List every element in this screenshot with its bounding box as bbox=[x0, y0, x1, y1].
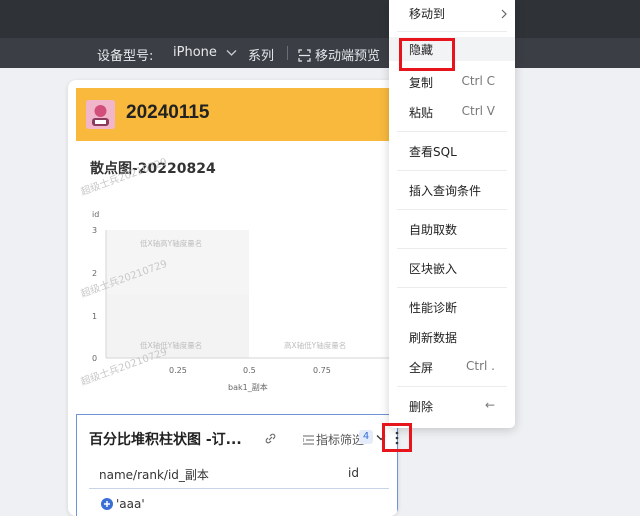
stacked-bar-card[interactable]: 百分比堆积柱状图 -订... 指标筛选 4 name/rank/id_副本 id… bbox=[76, 414, 398, 516]
menu-item-copy[interactable]: 复制 Ctrl C bbox=[389, 70, 515, 94]
menu-item-view-sql[interactable]: 查看SQL bbox=[389, 139, 515, 163]
filter-count-badge: 4 bbox=[359, 430, 373, 444]
column-header-id: id bbox=[348, 466, 359, 480]
device-model-label: 设备型号: bbox=[97, 49, 154, 64]
menu-item-refresh[interactable]: 刷新数据 bbox=[389, 325, 515, 349]
menu-item-label: 性能诊断 bbox=[409, 301, 458, 315]
preview-toolbar: 设备型号: iPhone 系列 移动端预览 bbox=[0, 38, 640, 68]
metric-filter-button[interactable]: 指标筛选 bbox=[302, 431, 365, 448]
column-header-dimension: name/rank/id_副本 bbox=[99, 468, 209, 482]
link-icon[interactable] bbox=[265, 433, 276, 444]
toolbar-divider bbox=[287, 46, 288, 60]
menu-item-delete[interactable]: 删除 ← bbox=[389, 394, 515, 418]
device-model-value: iPhone bbox=[173, 45, 217, 60]
menu-divider bbox=[397, 131, 507, 132]
menu-item-insert-query[interactable]: 插入查询条件 bbox=[389, 178, 515, 202]
metric-filter-label: 指标筛选 bbox=[316, 433, 365, 447]
chevron-down-icon bbox=[226, 49, 237, 56]
dashboard-logo bbox=[86, 100, 115, 129]
menu-item-embed-block[interactable]: 区块嵌入 bbox=[389, 256, 515, 280]
expand-plus-icon[interactable] bbox=[101, 498, 113, 510]
menu-item-label: 全屏 bbox=[409, 361, 434, 375]
filter-list-icon bbox=[302, 435, 314, 445]
menu-divider bbox=[397, 287, 507, 288]
y-tick-2: 2 bbox=[92, 269, 97, 278]
more-options-button[interactable] bbox=[388, 429, 406, 447]
device-model-select[interactable]: iPhone bbox=[173, 45, 237, 60]
menu-item-label: 移动到 bbox=[409, 7, 446, 21]
mobile-preview-frame: 20240115 散点图-20220824 id 0 1 2 3 0.25 0.… bbox=[68, 80, 398, 516]
stacked-bar-title: 百分比堆积柱状图 -订... bbox=[89, 432, 242, 448]
menu-divider bbox=[397, 248, 507, 249]
mobile-preview-label: 移动端预览 bbox=[315, 49, 381, 64]
scatter-chart-title: 散点图-20220824 bbox=[90, 161, 216, 177]
menu-item-label: 查看SQL bbox=[409, 145, 457, 159]
quadrant-top-right bbox=[249, 230, 389, 294]
table-row[interactable]: 'aaa' bbox=[101, 497, 145, 511]
mobile-preview-button[interactable]: 移动端预览 bbox=[298, 45, 380, 64]
quadrant-label-bottom-left: 低X轴低Y轴度量名 bbox=[140, 340, 202, 350]
scan-frame-icon bbox=[298, 49, 311, 62]
menu-item-paste[interactable]: 粘贴 Ctrl V bbox=[389, 100, 515, 124]
x-tick-0: 0.25 bbox=[169, 366, 187, 375]
chevron-right-icon bbox=[501, 9, 507, 19]
menu-item-label: 复制 bbox=[409, 76, 434, 90]
menu-item-self-service[interactable]: 自助取数 bbox=[389, 217, 515, 241]
y-tick-1: 1 bbox=[92, 312, 97, 321]
menu-divider bbox=[397, 31, 507, 32]
table-header: name/rank/id_副本 id bbox=[89, 461, 389, 489]
menu-item-shortcut: Ctrl C bbox=[461, 74, 495, 88]
menu-divider bbox=[397, 209, 507, 210]
scatter-chart: id 0 1 2 3 0.25 0.5 0.75 bak1_副本 低X轴高Y轴度… bbox=[92, 210, 390, 392]
menu-item-fullscreen[interactable]: 全屏 Ctrl . bbox=[389, 355, 515, 379]
app-top-bar bbox=[0, 0, 640, 38]
row-value: 'aaa' bbox=[116, 497, 145, 511]
x-axis-label: bak1_副本 bbox=[228, 382, 268, 392]
more-vertical-icon bbox=[395, 431, 399, 445]
menu-item-label: 粘贴 bbox=[409, 106, 434, 120]
dashboard-title: 20240115 bbox=[126, 102, 210, 123]
y-tick-0: 0 bbox=[92, 354, 97, 363]
menu-item-label: 删除 bbox=[409, 400, 434, 414]
menu-item-shortcut: Ctrl . bbox=[466, 359, 495, 373]
x-tick-2: 0.75 bbox=[313, 366, 331, 375]
x-tick-1: 0.5 bbox=[243, 366, 256, 375]
y-axis-label: id bbox=[92, 210, 99, 219]
y-tick-3: 3 bbox=[92, 226, 97, 235]
menu-item-move-to[interactable]: 移动到 bbox=[389, 1, 515, 25]
menu-item-shortcut: ← bbox=[484, 398, 495, 412]
highlight-box-hide bbox=[399, 38, 455, 71]
menu-divider bbox=[397, 170, 507, 171]
series-select[interactable]: 系列 bbox=[248, 45, 274, 64]
menu-item-label: 自助取数 bbox=[409, 223, 458, 237]
quadrant-label-top-left: 低X轴高Y轴度量名 bbox=[140, 238, 202, 248]
menu-divider bbox=[397, 386, 507, 387]
menu-item-label: 插入查询条件 bbox=[409, 184, 482, 198]
menu-item-perf-diagnosis[interactable]: 性能诊断 bbox=[389, 295, 515, 319]
menu-item-label: 刷新数据 bbox=[409, 331, 458, 345]
menu-item-shortcut: Ctrl V bbox=[461, 104, 495, 118]
quadrant-label-bottom-right: 高X轴低Y轴度量名 bbox=[284, 340, 346, 350]
dashboard-header: 20240115 bbox=[76, 88, 398, 141]
menu-item-label: 区块嵌入 bbox=[409, 262, 458, 276]
